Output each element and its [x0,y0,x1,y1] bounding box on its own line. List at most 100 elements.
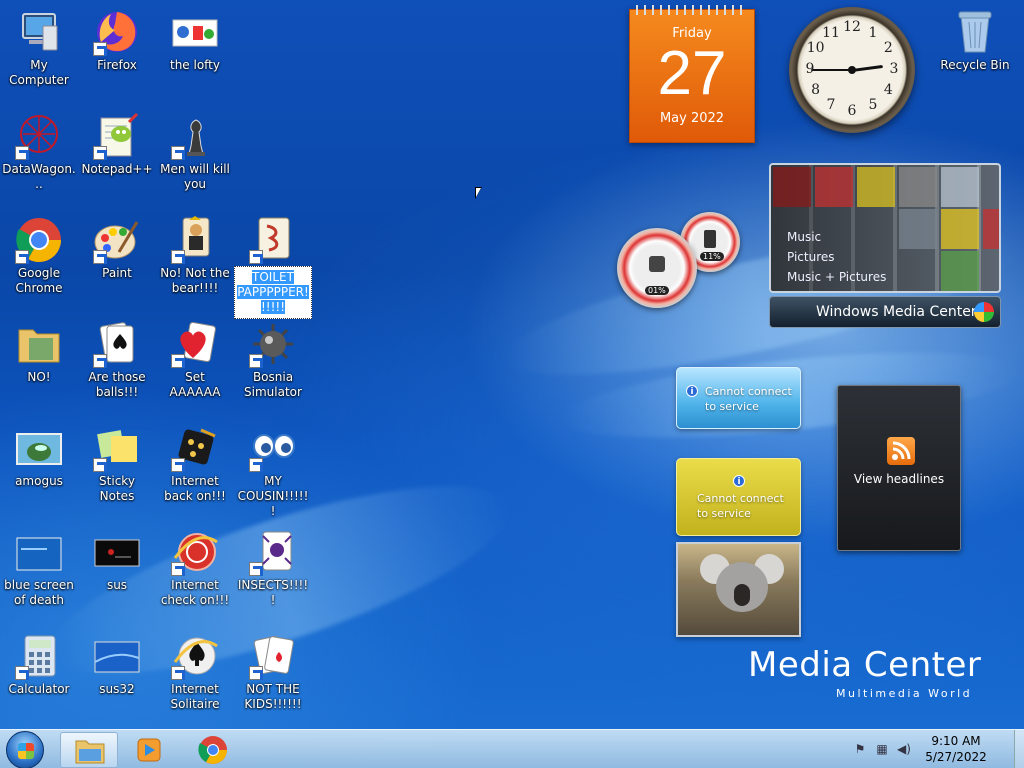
desktop-icon-internet-check-on[interactable]: Internet check on!!! [156,528,234,608]
system-tray: ⚑ ▦ ◀) 9:10 AM 5/27/2022 [852,730,1012,768]
icon-label: Sticky Notes [99,474,135,503]
datawagon-icon [15,112,63,160]
desktop-icon-blue-screen[interactable]: blue screen of death [0,528,78,608]
shortcut-arrow-icon [249,458,263,472]
volume-icon[interactable]: ◀) [896,742,912,756]
media-center-menu: Music Pictures Music + Pictures [787,227,886,287]
icon-label: Google Chrome [15,266,63,295]
brand-subtitle: Multimedia World [836,687,973,700]
desktop-icon-internet-solitaire[interactable]: Internet Solitaire [156,632,234,712]
desktop-icon-internet-back-on[interactable]: Internet back on!!! [156,424,234,504]
shortcut-arrow-icon [15,250,29,264]
icon-label: sus32 [99,682,135,696]
action-center-flag-icon[interactable]: ⚑ [852,742,868,756]
shortcut-arrow-icon [249,354,263,368]
koala-nose [734,584,750,606]
clock-number: 10 [806,40,825,56]
desktop-icon-recycle-bin[interactable]: Recycle Bin [936,8,1014,73]
desktop-icon-set-aaaaaa[interactable]: Set AAAAAA [156,320,234,400]
media-center-launch-bar[interactable]: Windows Media Center [769,296,1001,328]
desktop-icon-the-lofty[interactable]: the lofty [156,8,234,73]
clock-number: 6 [847,103,857,119]
desktop-icon-sus32[interactable]: sus32 [78,632,156,697]
media-center-bar-label: Windows Media Center [816,304,977,320]
desktop-icon-sus[interactable]: sus [78,528,156,593]
desktop-icon-men-will-kill-you[interactable]: Men will kill you [156,112,234,192]
media-player-icon [137,738,161,762]
desktop-icon-my-cousin[interactable]: MY COUSIN!!!!!! [234,424,312,519]
icon-label: Calculator [8,682,70,696]
shortcut-arrow-icon [15,146,29,160]
chrome-icon [198,736,227,764]
cpu-gauge[interactable]: 01% [617,228,697,308]
desktop-icon-insects[interactable]: INSECTS!!!!! [234,528,312,608]
taskbar-date: 5/27/2022 [925,750,987,764]
desktop-icon-no-folder[interactable]: NO! [0,320,78,385]
shortcut-arrow-icon [249,562,263,576]
desktop-icon-sticky-notes[interactable]: Sticky Notes [78,424,156,504]
desktop-icon-firefox[interactable]: Firefox [78,8,156,73]
minesweeper-icon [249,320,297,368]
taskbar-chrome-button[interactable] [184,732,242,768]
windows-logo-icon [974,302,994,322]
desktop-icon-my-computer[interactable]: My Computer [0,8,78,88]
shortcut-arrow-icon [171,250,185,264]
cpu-needle [649,256,665,272]
desktop-icon-google-chrome[interactable]: Google Chrome [0,216,78,296]
desktop-icon-not-the-kids[interactable]: NOT THE KIDS!!!!!! [234,632,312,712]
icon-label: Bosnia Simulator [244,370,302,399]
weather-gadget-map[interactable]: i Cannot connect to service [676,458,801,536]
clock-number: 5 [868,97,878,114]
feed-headlines-gadget[interactable]: View headlines [837,385,961,551]
media-menu-music[interactable]: Music [787,227,886,247]
folder-icon [15,320,63,368]
icon-label: No! Not the bear!!!! [160,266,230,295]
desktop-icon-are-those-balls[interactable]: Are those balls!!! [78,320,156,400]
media-menu-music-pictures[interactable]: Music + Pictures [787,267,886,287]
icon-label: Are those balls!!! [88,370,146,399]
hearts-icon [171,320,219,368]
shortcut-arrow-icon [93,458,107,472]
wallpaper-branding: Media Center Multimedia World [748,645,981,700]
media-center-gadget[interactable]: Music Pictures Music + Pictures [769,163,1001,293]
clock-number: 9 [805,61,815,77]
clock-gadget[interactable]: 12 1 2 3 4 5 6 7 8 9 10 11 [789,7,915,133]
network-icon[interactable]: ▦ [874,742,890,756]
icon-label: the lofty [169,58,220,72]
slideshow-gadget[interactable] [676,542,801,637]
taskbar-clock[interactable]: 9:10 AM 5/27/2022 [916,733,996,765]
paint-icon [93,216,141,264]
desktop-icon-no-not-the-bear[interactable]: No! Not the bear!!!! [156,216,234,296]
desktop-icon-amogus[interactable]: amogus [0,424,78,489]
start-button[interactable] [6,731,44,768]
taskbar-explorer-button[interactable] [60,732,118,768]
icon-label-selected[interactable]: TOILET PAPPPPPER!!!!!! [234,266,312,319]
icon-label: blue screen of death [4,578,74,607]
desktop-icon-paint[interactable]: Paint [78,216,156,281]
shortcut-arrow-icon [15,666,29,680]
shortcut-arrow-icon [171,146,185,160]
desktop-icon-toilet-papper[interactable]: TOILET PAPPPPPER!!!!!! [234,216,312,319]
desktop-icon-notepadpp[interactable]: Notepad++ [78,112,156,177]
firefox-icon [93,8,141,56]
calendar-gadget[interactable]: Friday 27 May 2022 [629,5,755,143]
icon-label: Firefox [97,58,137,72]
shortcut-arrow-icon [171,458,185,472]
desktop-icon-calculator[interactable]: Calculator [0,632,78,697]
weather-gadget[interactable]: i Cannot connect to service [676,367,801,429]
view-headlines-link[interactable]: View headlines [838,472,960,486]
icon-label: Paint [102,266,132,280]
shortcut-arrow-icon [93,250,107,264]
desktop-icon-bosnia-simulator[interactable]: Bosnia Simulator [234,320,312,400]
calendar-day: 27 [657,39,727,108]
show-desktop-button[interactable] [1014,730,1024,768]
clock-number: 11 [822,24,840,41]
media-menu-pictures[interactable]: Pictures [787,247,886,267]
icon-label: TOILET PAPPPPPER!!!!!! [237,270,309,314]
memory-needle [704,230,716,248]
shortcut-arrow-icon [171,354,185,368]
taskbar: ⚑ ▦ ◀) 9:10 AM 5/27/2022 [0,729,1024,768]
taskbar-media-player-button[interactable] [120,732,178,768]
freecell-icon [249,632,297,680]
desktop-icon-datawagon[interactable]: DataWagon... [0,112,78,192]
